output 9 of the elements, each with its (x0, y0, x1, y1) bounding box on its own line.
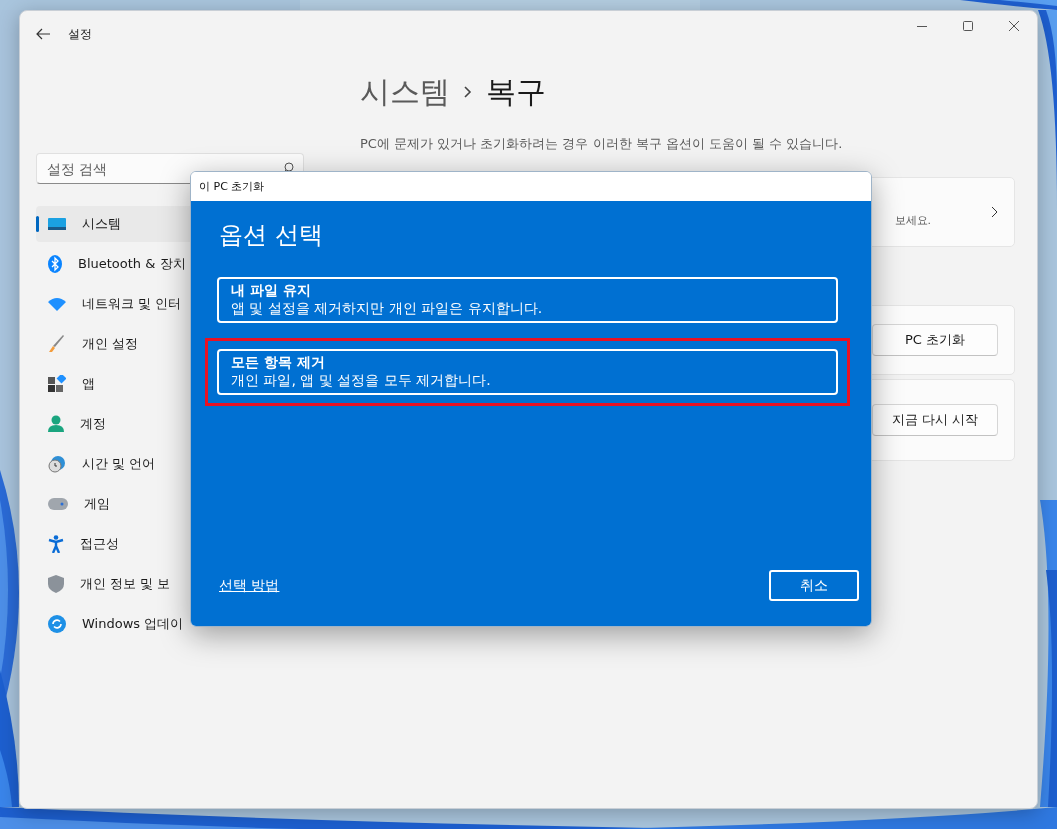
option-description: 앱 및 설정을 제거하지만 개인 파일은 유지합니다. (231, 300, 544, 318)
option-description: 개인 파일, 앱 및 설정을 모두 제거합니다. (231, 372, 492, 390)
card-description: 보세요. (894, 212, 931, 228)
page-description: PC에 문제가 있거나 초기화하려는 경우 이러한 복구 옵션이 도움이 될 수 있습니다. (360, 135, 844, 153)
option-title: 모든 항목 제거 (231, 354, 326, 372)
option-title: 내 파일 유지 (231, 282, 312, 300)
breadcrumb-item: 복구 (486, 72, 546, 111)
breadcrumb-item: 시스템 (360, 72, 450, 111)
window-title: 설정 (68, 25, 92, 43)
